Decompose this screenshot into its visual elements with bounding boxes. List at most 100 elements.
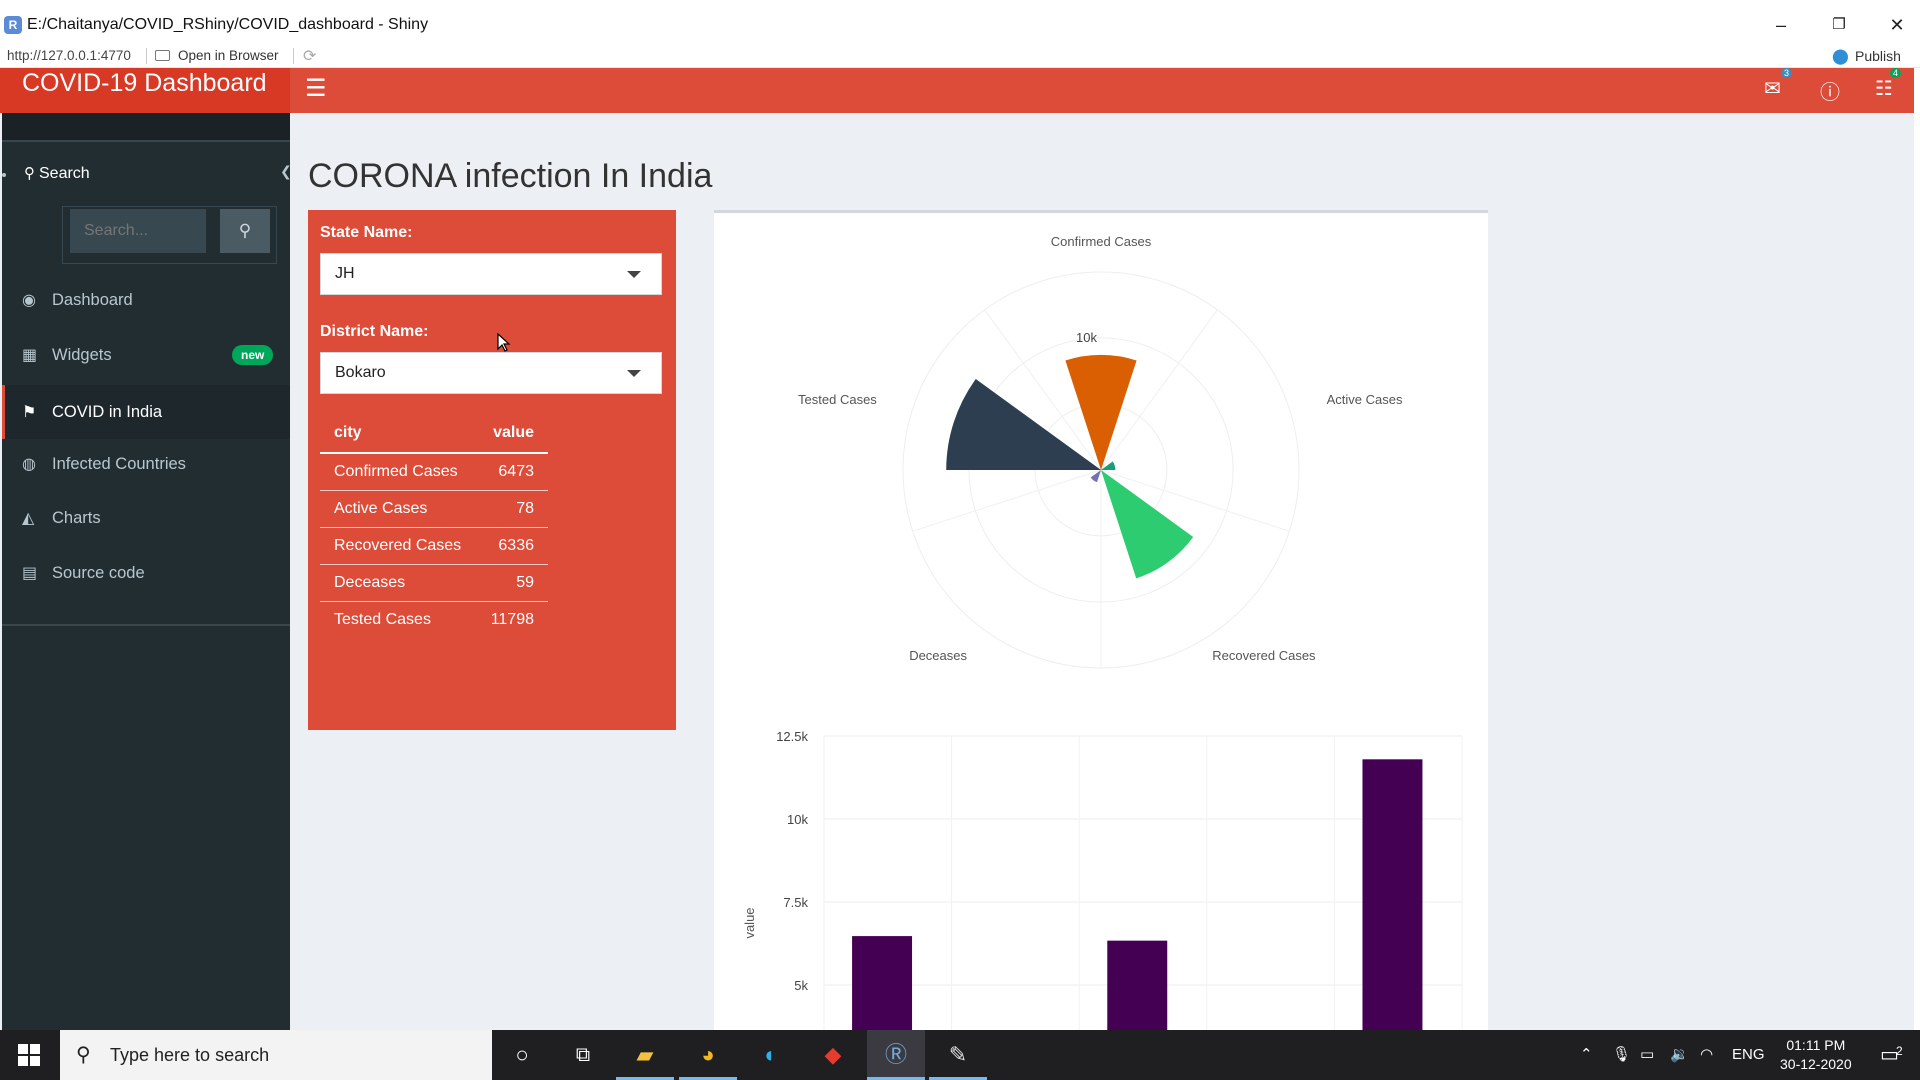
sidebar-item-source-code[interactable]: ▤ Source code <box>2 548 290 598</box>
table-cell: Tested Cases <box>334 610 431 628</box>
open-in-browser-button[interactable]: Open in Browser <box>178 48 279 63</box>
state-name-select[interactable]: JH <box>320 253 662 295</box>
district-name-value: Bokaro <box>335 364 386 381</box>
wifi-icon[interactable]: ◠ <box>1700 1030 1713 1080</box>
sidebar: ⚲Search ❮ ⚲ ◉Dashboard ▦ Widgets new ⚑COV… <box>2 113 292 1030</box>
sidebar-toggle-icon[interactable]: ☰ <box>305 74 327 103</box>
state-name-value: JH <box>335 265 355 282</box>
table-row: Recovered Cases 6336 <box>320 527 548 565</box>
app-logo-title[interactable]: COVID-19 Dashboard <box>0 68 290 113</box>
cortana-icon[interactable]: ○ <box>493 1030 551 1080</box>
bar <box>1362 759 1423 1033</box>
table-row: Tested Cases 11798 <box>320 601 548 638</box>
table-cell: 59 <box>476 564 548 602</box>
caret-down-icon <box>627 370 641 377</box>
sidebar-search-input[interactable] <box>70 209 206 253</box>
bar-y-tick: 5k <box>794 978 808 993</box>
battery-icon[interactable]: ▭ <box>1640 1030 1654 1080</box>
separator <box>293 48 294 64</box>
sidebar-item-covid-in-india[interactable]: ⚑ COVID in India <box>2 385 290 439</box>
windows-taskbar: ⚲ Type here to search ○ ⧉ ▰ ◕ ◐ ◆ Ⓡ ✎ ⌃ … <box>0 1030 1920 1080</box>
sidebar-item-label: Source code <box>52 564 145 582</box>
table-row: Deceases 59 <box>320 564 548 602</box>
sidebar-item-charts[interactable]: ◭ Charts <box>2 493 290 543</box>
clock-date: 30-12-2020 <box>1780 1056 1852 1072</box>
file-code-icon: ▤ <box>22 565 38 582</box>
restore-button[interactable]: ❐ <box>1810 8 1868 42</box>
chevron-left-icon[interactable]: ❮ <box>280 163 292 180</box>
refresh-icon[interactable]: ⟳ <box>303 46 316 66</box>
volume-icon[interactable]: 🔉 <box>1670 1030 1689 1080</box>
tasks-icon[interactable]: ☷ <box>1875 76 1893 101</box>
taskbar-search-box[interactable]: ⚲ Type here to search <box>60 1030 492 1080</box>
bar-y-tick: 7.5k <box>783 895 808 910</box>
info-icon[interactable]: ⓘ <box>1820 76 1840 105</box>
task-view-icon[interactable]: ⧉ <box>554 1030 612 1080</box>
sidebar-top-strip <box>2 113 290 140</box>
anydesk-icon[interactable]: ◆ <box>804 1030 862 1080</box>
messages-icon[interactable]: ✉ <box>1764 76 1781 101</box>
bar-y-tick: 12.5k <box>776 729 808 744</box>
sidebar-search-button[interactable]: ⚲ <box>220 209 270 253</box>
district-name-label: District Name: <box>320 323 429 340</box>
bullet-icon <box>2 173 6 177</box>
area-chart-icon: ◭ <box>22 510 35 527</box>
table-cell: Active Cases <box>320 490 477 528</box>
scrollbar[interactable] <box>1914 68 1920 1030</box>
search-icon: ⚲ <box>76 1044 91 1066</box>
paint-icon[interactable]: ✎ <box>929 1030 987 1080</box>
globe-icon: ◍ <box>22 456 36 473</box>
column-header-city[interactable]: city <box>320 413 477 454</box>
show-hidden-icons[interactable]: ⌃ <box>1580 1030 1593 1080</box>
polar-angular-label: Recovered Cases <box>1212 648 1316 663</box>
table-cell: Confirmed Cases <box>320 453 477 491</box>
table-cell: 6336 <box>476 527 548 565</box>
viewer-address-bar: http://127.0.0.1:4770 Open in Browser ⟳ … <box>0 44 1920 68</box>
table-cell: 6473 <box>476 453 548 491</box>
new-badge: new <box>232 345 274 365</box>
minimize-button[interactable]: – <box>1752 8 1810 42</box>
language-indicator[interactable]: ENG <box>1732 1030 1765 1080</box>
polar-angular-label: Active Cases <box>1327 392 1403 407</box>
search-icon: ⚲ <box>24 165 35 182</box>
file-explorer-icon[interactable]: ▰ <box>616 1030 674 1080</box>
polar-angular-label: Deceases <box>909 648 967 663</box>
th-icon: ▦ <box>22 347 38 364</box>
flag-icon: ⚑ <box>22 404 37 421</box>
sidebar-item-label: Infected Countries <box>52 455 186 473</box>
app-header: COVID-19 Dashboard ☰ ✉ 3 ⓘ ☷ 4 <box>0 68 1914 113</box>
edge-icon[interactable]: ◐ <box>742 1030 800 1080</box>
sidebar-search-heading[interactable]: ⚲ Search <box>24 164 90 183</box>
microphone-icon[interactable]: 🎙 <box>1612 1030 1631 1080</box>
publish-icon: ⬤ <box>1832 48 1849 65</box>
bar <box>852 936 913 1033</box>
chrome-icon[interactable]: ◕ <box>679 1030 737 1080</box>
search-icon: ⚲ <box>238 221 252 240</box>
charts-box: Confirmed Cases Active Cases Recovered Cas… <box>714 210 1488 1033</box>
sidebar-item-label: Dashboard <box>52 291 133 309</box>
polar-angular-label: Confirmed Cases <box>1051 234 1152 249</box>
publish-button[interactable]: Publish <box>1855 48 1901 64</box>
rstudio-taskbar-icon[interactable]: Ⓡ <box>867 1030 925 1080</box>
tasks-badge: 4 <box>1890 68 1902 78</box>
rstudio-app-icon: R <box>4 16 22 34</box>
bar-y-axis-label: value <box>742 907 757 938</box>
sidebar-item-widgets[interactable]: ▦ Widgets new <box>2 330 290 380</box>
sidebar-item-infected-countries[interactable]: ◍ Infected Countries <box>2 439 290 489</box>
system-clock[interactable]: 01:11 PM 30-12-2020 <box>1780 1036 1852 1074</box>
polar-wedge <box>1101 470 1194 579</box>
close-button[interactable]: ✕ <box>1868 8 1920 42</box>
sidebar-item-label: Widgets <box>52 346 112 364</box>
bar-y-tick: 10k <box>787 812 808 827</box>
district-name-select[interactable]: Bokaro <box>320 352 662 394</box>
bar-chart[interactable]: 5k 7.5k 10k 12.5k value <box>714 703 1488 1033</box>
column-header-value[interactable]: value <box>476 413 548 454</box>
clock-time: 01:11 PM <box>1786 1037 1846 1053</box>
sidebar-item-dashboard[interactable]: ◉ Dashboard <box>2 275 290 325</box>
polar-chart[interactable]: Confirmed Cases Active Cases Recovered Cas… <box>714 213 1488 703</box>
address-url[interactable]: http://127.0.0.1:4770 <box>7 48 131 63</box>
notifications-count: 2 <box>1896 1044 1903 1058</box>
sidebar-item-label: Charts <box>52 509 101 527</box>
windows-start-icon[interactable] <box>18 1044 40 1066</box>
window-title: E:/Chaitanya/COVID_RShiny/COVID_dashboar… <box>27 16 429 33</box>
